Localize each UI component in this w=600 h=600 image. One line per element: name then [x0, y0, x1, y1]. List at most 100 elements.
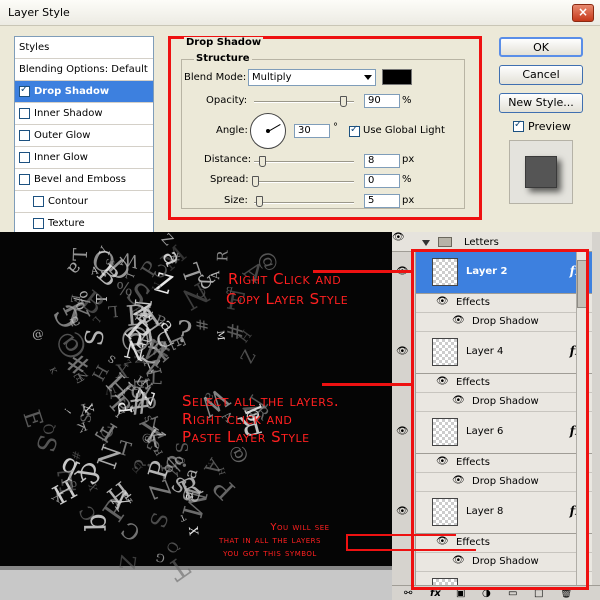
style-checkbox[interactable]	[33, 218, 44, 229]
preview-toggle[interactable]: Preview	[513, 119, 571, 133]
decorative-letter-glyph: %	[115, 279, 133, 301]
ok-button[interactable]: OK	[499, 37, 583, 57]
spread-slider-track[interactable]	[254, 181, 354, 183]
dialog-title: Layer Style	[8, 6, 70, 19]
decorative-letter-glyph: A	[89, 265, 99, 278]
decorative-letter-glyph: ?	[131, 458, 157, 470]
decorative-letter-glyph: L	[149, 367, 163, 390]
angle-input[interactable]: 30	[294, 124, 330, 138]
eye-icon[interactable]: 👁	[396, 506, 409, 517]
expand-triangle-icon[interactable]	[422, 240, 430, 246]
styles-item-bevel-and-emboss[interactable]: Bevel and Emboss	[15, 169, 153, 191]
style-checkbox[interactable]	[19, 174, 30, 185]
decorative-letter-glyph: #	[222, 322, 248, 342]
styles-item-label: Inner Shadow	[34, 108, 103, 119]
styles-item-outer-glow[interactable]: Outer Glow	[15, 125, 153, 147]
close-button[interactable]: ×	[572, 4, 594, 22]
canvas-bottom-strip	[0, 570, 392, 600]
size-slider-thumb[interactable]	[256, 196, 263, 207]
decorative-letter-glyph: Z	[235, 345, 259, 367]
angle-dial-center	[266, 129, 270, 133]
decorative-letter-glyph: @	[30, 326, 45, 343]
style-preview	[509, 140, 573, 204]
drop-shadow-panel: Drop Shadow Structure Blend Mode: Multip…	[176, 37, 474, 215]
eye-icon[interactable]: 👁	[392, 232, 405, 243]
spread-unit: %	[402, 174, 412, 185]
decorative-letter-glyph: a	[63, 257, 87, 280]
distance-slider-track[interactable]	[254, 161, 354, 163]
distance-label: Distance:	[204, 154, 252, 165]
cancel-button[interactable]: Cancel	[499, 65, 583, 85]
distance-slider-thumb[interactable]	[259, 156, 266, 167]
eye-icon[interactable]: 👁	[396, 426, 409, 437]
opacity-input[interactable]: 90	[364, 94, 400, 108]
shadow-color-swatch[interactable]	[382, 69, 412, 85]
use-global-light-checkbox[interactable]	[349, 124, 360, 137]
style-checkbox[interactable]	[19, 130, 30, 141]
annotation-paste-line3: Paste Layer Style	[182, 428, 310, 446]
annotation-copy-arrow	[313, 270, 413, 273]
decorative-letter-glyph: A	[208, 270, 223, 280]
decorative-letter-glyph: D	[124, 298, 150, 333]
structure-legend: Structure	[194, 53, 252, 64]
spread-slider-thumb[interactable]	[252, 176, 259, 187]
styles-item-label: Contour	[48, 196, 88, 207]
annotation-symbol-line3: you got this symbol	[223, 548, 317, 559]
preview-square	[525, 156, 557, 188]
decorative-letter-glyph: L	[90, 313, 103, 326]
styles-item-drop-shadow[interactable]: Drop Shadow	[15, 81, 153, 103]
blend-mode-label: Blend Mode:	[184, 72, 247, 83]
decorative-letter-glyph: S	[145, 509, 175, 532]
styles-item-inner-shadow[interactable]: Inner Shadow	[15, 103, 153, 125]
style-checkbox[interactable]	[19, 152, 30, 163]
distance-input[interactable]: 8	[364, 154, 400, 168]
annotation-paste-arrow	[322, 383, 412, 386]
styles-item-inner-glow[interactable]: Inner Glow	[15, 147, 153, 169]
styles-item-label: Bevel and Emboss	[34, 174, 126, 185]
layers-highlight-box	[411, 249, 589, 590]
preview-label: Preview	[528, 120, 571, 133]
layer-style-dialog: Layer Style × Styles Blending Options: De…	[0, 0, 600, 232]
preview-checkbox[interactable]	[513, 119, 524, 132]
angle-dial[interactable]	[250, 113, 286, 149]
blend-mode-value: Multiply	[252, 72, 292, 83]
decorative-letter-glyph: K	[47, 365, 58, 375]
style-checkbox[interactable]	[19, 108, 30, 119]
styles-item-blending-options-default[interactable]: Blending Options: Default	[15, 59, 153, 81]
decorative-letter-glyph: #	[124, 384, 154, 422]
annotation-copy-line2: Copy Layer Style	[226, 290, 349, 308]
new-style-button[interactable]: New Style...	[499, 93, 583, 113]
dialog-titlebar: Layer Style ×	[0, 0, 600, 26]
decorative-letter-glyph: E	[53, 463, 78, 499]
size-slider-track[interactable]	[254, 202, 354, 204]
styles-item-label: Inner Glow	[34, 152, 88, 163]
styles-item-label: Styles	[19, 42, 50, 53]
decorative-letter-glyph: #	[192, 318, 211, 332]
group-name: Letters	[464, 237, 499, 248]
opacity-slider-thumb[interactable]	[340, 96, 347, 107]
annotation-paste-line2: Right click and	[182, 410, 293, 428]
styles-item-label: Blending Options: Default	[19, 64, 148, 75]
annotation-symbol-line1: You will see	[270, 522, 330, 533]
annotation-symbol-bracket-top	[346, 534, 456, 536]
styles-item-styles[interactable]: Styles	[15, 37, 153, 59]
eye-icon[interactable]: 👁	[396, 346, 409, 357]
decorative-letter-glyph: Z	[144, 476, 178, 504]
spread-input[interactable]: 0	[364, 174, 400, 188]
opacity-slider-track[interactable]	[254, 101, 354, 103]
decorative-letter-glyph: L	[107, 301, 120, 321]
styles-list: Styles Blending Options: Default Drop Shad…	[14, 36, 154, 232]
style-checkbox[interactable]	[19, 84, 30, 97]
styles-item-texture[interactable]: Texture	[15, 213, 153, 232]
blend-mode-select[interactable]: Multiply	[248, 69, 376, 86]
styles-item-label: Outer Glow	[34, 130, 91, 141]
distance-unit: px	[402, 154, 415, 165]
drop-shadow-group-title: Drop Shadow	[184, 37, 264, 48]
angle-label: Angle:	[216, 125, 248, 136]
size-unit: px	[402, 195, 415, 206]
folder-icon	[438, 237, 452, 247]
styles-item-contour[interactable]: Contour	[15, 191, 153, 213]
style-checkbox[interactable]	[33, 196, 44, 207]
size-input[interactable]: 5	[364, 194, 400, 208]
decorative-letter-glyph: X	[87, 482, 101, 493]
